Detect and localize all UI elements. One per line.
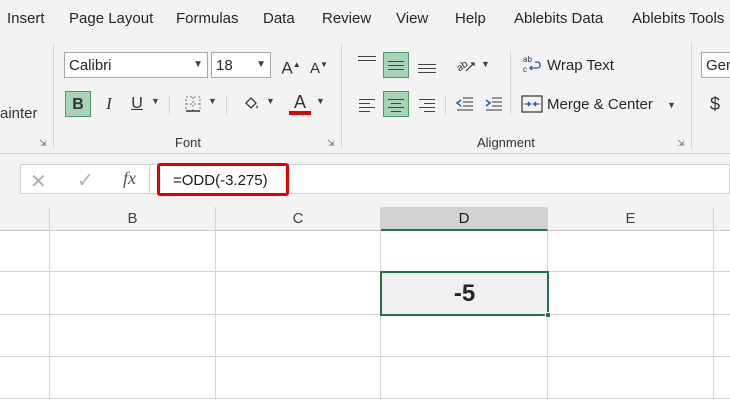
font-group-label: Font — [175, 135, 202, 150]
gridline — [49, 231, 50, 400]
column-header-F[interactable] — [714, 207, 730, 231]
separator — [691, 43, 692, 148]
fill-handle[interactable] — [545, 312, 551, 318]
alignment-group-label: Alignment — [477, 135, 535, 150]
tab-help[interactable]: Help — [455, 10, 486, 27]
text-orientation-icon[interactable]: ab — [452, 52, 478, 78]
chevron-down-icon[interactable]: ▼ — [316, 96, 325, 106]
tab-insert[interactable]: Insert — [7, 10, 45, 27]
tab-view[interactable]: View — [396, 10, 428, 27]
separator — [169, 95, 170, 115]
gridline — [0, 356, 730, 357]
separator — [341, 43, 342, 148]
chevron-down-icon[interactable]: ▼ — [266, 96, 275, 106]
font-name-value: Calibri — [69, 57, 112, 74]
svg-text:ab: ab — [523, 55, 532, 64]
currency-icon[interactable]: $ — [710, 94, 720, 115]
chevron-down-icon[interactable]: ▼ — [208, 96, 217, 106]
merge-center-icon[interactable] — [521, 94, 543, 119]
separator — [53, 43, 54, 148]
number-format-value: Gen — [706, 57, 730, 74]
decrease-indent-icon[interactable] — [452, 91, 478, 117]
separator — [510, 51, 511, 115]
tab-page-layout[interactable]: Page Layout — [69, 10, 153, 27]
gridline — [215, 231, 216, 400]
middle-align-button[interactable] — [383, 52, 409, 78]
clipboard-launcher-icon[interactable]: ⇲ — [39, 138, 49, 148]
increase-indent-icon[interactable] — [481, 91, 507, 117]
wrap-text-button[interactable]: Wrap Text — [547, 57, 614, 74]
font-launcher-icon[interactable]: ⇲ — [327, 138, 337, 148]
column-header-D[interactable]: D — [381, 207, 548, 231]
chevron-down-icon[interactable]: ▼ — [151, 96, 160, 106]
number-format-combo[interactable]: Gen — [701, 52, 730, 78]
font-size-combo[interactable]: 18 ▼ — [211, 52, 271, 78]
format-painter-label[interactable]: ainter — [0, 105, 38, 122]
merge-center-button[interactable]: Merge & Center — [547, 96, 653, 113]
column-header-C[interactable]: C — [216, 207, 381, 231]
tab-ablebits-tools[interactable]: Ablebits Tools — [632, 10, 724, 27]
italic-button[interactable]: I — [96, 91, 122, 117]
gridline — [713, 231, 714, 400]
font-color-bar — [289, 111, 311, 115]
svg-text:ab: ab — [455, 59, 471, 75]
tab-review[interactable]: Review — [322, 10, 371, 27]
chevron-down-icon: ▼ — [193, 59, 203, 70]
separator — [226, 95, 227, 115]
column-header-E[interactable]: E — [548, 207, 714, 231]
font-size-value: 18 — [216, 57, 233, 74]
chevron-down-icon: ▼ — [256, 59, 266, 70]
alignment-launcher-icon[interactable]: ⇲ — [677, 138, 687, 148]
decrease-font-icon[interactable]: A▼ — [306, 52, 332, 78]
formula-text: =ODD(-3.275) — [173, 172, 268, 189]
align-center-button[interactable] — [383, 91, 409, 117]
formula-bar: ✕ ✓ fx =ODD(-3.275) — [0, 154, 730, 207]
ribbon: ainter ⇲ Calibri ▼ 18 ▼ A▲ A▼ B I U ▼ ▼ … — [0, 37, 730, 154]
bold-button[interactable]: B — [65, 91, 91, 117]
increase-font-icon[interactable]: A▲ — [278, 52, 304, 78]
gridline — [0, 271, 730, 272]
tab-data[interactable]: Data — [263, 10, 295, 27]
menu-bar: Insert Page Layout Formulas Data Review … — [0, 0, 730, 37]
svg-text:c: c — [523, 65, 527, 74]
tab-formulas[interactable]: Formulas — [176, 10, 239, 27]
font-name-combo[interactable]: Calibri ▼ — [64, 52, 208, 78]
cancel-icon[interactable]: ✕ — [30, 169, 47, 194]
separator — [445, 95, 446, 115]
wrap-text-icon[interactable]: ab c — [522, 54, 542, 79]
chevron-down-icon[interactable]: ▼ — [667, 100, 676, 110]
fill-color-icon[interactable] — [238, 91, 264, 117]
insert-function-icon[interactable]: fx — [123, 168, 136, 189]
underline-button[interactable]: U — [124, 91, 150, 117]
active-cell-D[interactable]: -5 — [380, 271, 549, 316]
chevron-down-icon[interactable]: ▼ — [481, 59, 490, 69]
gridline — [0, 398, 730, 399]
column-header-B[interactable]: B — [50, 207, 216, 231]
enter-icon[interactable]: ✓ — [77, 168, 94, 193]
column-header-A[interactable] — [0, 207, 50, 231]
borders-icon[interactable] — [180, 91, 206, 117]
tab-ablebits-data[interactable]: Ablebits Data — [514, 10, 603, 27]
formula-controls: ✕ ✓ fx — [20, 164, 150, 194]
gridline — [0, 314, 730, 315]
